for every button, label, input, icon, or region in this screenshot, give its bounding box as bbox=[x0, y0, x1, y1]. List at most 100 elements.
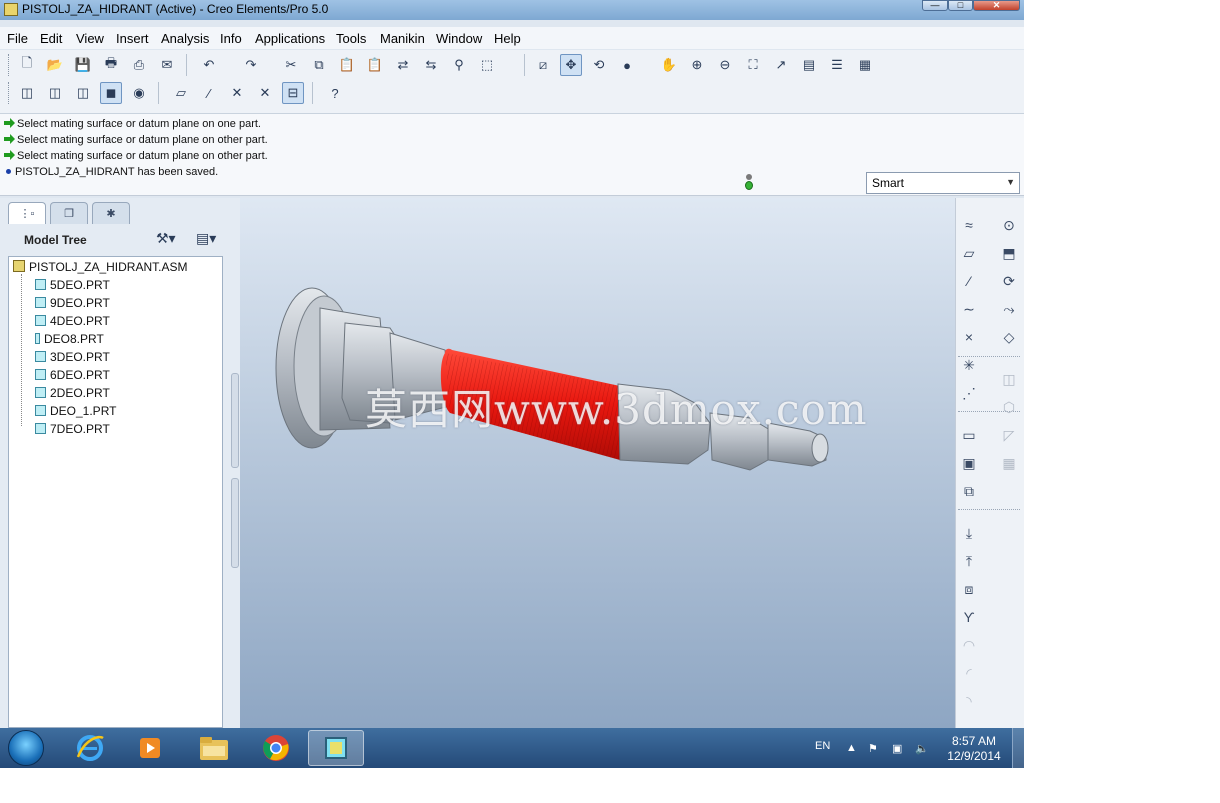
network-icon[interactable]: ▣ bbox=[892, 742, 902, 755]
regen-manager-icon[interactable]: ⇆ bbox=[420, 54, 442, 76]
sweep-icon[interactable]: ⤳ bbox=[998, 298, 1020, 320]
tree-item[interactable]: DEO8.PRT bbox=[35, 332, 104, 346]
regen-status-light-icon[interactable] bbox=[744, 174, 754, 192]
assemble-component-icon[interactable]: ▣ bbox=[958, 452, 980, 474]
maximize-button[interactable]: □ bbox=[948, 0, 973, 11]
csys-display-icon[interactable]: ✕ bbox=[254, 82, 276, 104]
menu-help[interactable]: Help bbox=[494, 31, 521, 46]
tree-item[interactable]: DEO_1.PRT bbox=[35, 404, 116, 418]
new-file-icon[interactable]: 🗋 bbox=[16, 54, 38, 76]
trim-icon[interactable]: ⬡ bbox=[998, 396, 1020, 418]
open-folder-icon[interactable]: 📂 bbox=[44, 54, 66, 76]
tree-item[interactable]: 9DEO.PRT bbox=[35, 296, 110, 310]
datum-plane-icon[interactable]: ▱ bbox=[958, 242, 980, 264]
panel-sash-handle[interactable] bbox=[231, 373, 239, 468]
revolve-icon[interactable]: ⟳ bbox=[998, 270, 1020, 292]
mirror-icon[interactable]: ◫ bbox=[998, 368, 1020, 390]
no-hidden-icon[interactable]: ◫ bbox=[72, 82, 94, 104]
show-hidden-icons-icon[interactable]: ▲ bbox=[846, 742, 857, 754]
chrome-icon[interactable] bbox=[248, 730, 304, 766]
datum-axes-display-icon[interactable]: ⁄ bbox=[198, 82, 220, 104]
extrude-icon[interactable]: ⬒ bbox=[998, 242, 1020, 264]
blend-icon[interactable]: ◇ bbox=[998, 326, 1020, 348]
datum-planes-display-icon[interactable]: ▱ bbox=[170, 82, 192, 104]
save-icon[interactable]: 💾 bbox=[72, 54, 94, 76]
sketched-datum-curve-icon[interactable]: ≈ bbox=[958, 214, 980, 236]
datum-curve-icon[interactable]: ∼ bbox=[958, 298, 980, 320]
appearance-sphere-icon[interactable]: ● bbox=[616, 54, 638, 76]
selection-filter-dropdown[interactable]: Smart ▼ bbox=[866, 172, 1020, 194]
cut-icon[interactable]: ✂ bbox=[280, 54, 302, 76]
repaint-icon[interactable]: ⧄ bbox=[532, 54, 554, 76]
menu-manikin[interactable]: Manikin bbox=[380, 31, 425, 46]
pan-hand-icon[interactable]: ✋ bbox=[658, 54, 680, 76]
email-icon[interactable]: ✉ bbox=[156, 54, 178, 76]
tree-item[interactable]: 3DEO.PRT bbox=[35, 350, 110, 364]
internet-explorer-icon[interactable] bbox=[62, 730, 118, 766]
selection-box-icon[interactable]: ⬚ bbox=[476, 54, 498, 76]
regenerate-icon[interactable]: ⇄ bbox=[392, 54, 414, 76]
tree-item[interactable]: 6DEO.PRT bbox=[35, 368, 110, 382]
zoom-out-icon[interactable]: ⊖ bbox=[714, 54, 736, 76]
menu-insert[interactable]: Insert bbox=[116, 31, 149, 46]
find-icon[interactable]: ⚲ bbox=[448, 54, 470, 76]
shell-icon[interactable]: ◝ bbox=[958, 690, 980, 712]
show-desktop-button[interactable] bbox=[1012, 728, 1024, 768]
enhanced-realism-icon[interactable]: ◉ bbox=[128, 82, 150, 104]
tab-folder-browser[interactable]: ❐ bbox=[50, 202, 88, 224]
menu-edit[interactable]: Edit bbox=[40, 31, 62, 46]
shading-icon[interactable]: ◼ bbox=[100, 82, 122, 104]
orient-mode-icon[interactable]: ⟲ bbox=[588, 54, 610, 76]
layers-icon[interactable]: ☰ bbox=[826, 54, 848, 76]
tree-item[interactable]: 2DEO.PRT bbox=[35, 386, 110, 400]
tab-model-tree[interactable]: ⋮▫ bbox=[8, 202, 46, 224]
new-component-icon[interactable]: ▭ bbox=[958, 424, 980, 446]
pattern-icon[interactable]: ▦ bbox=[998, 452, 1020, 474]
datum-axis-icon[interactable]: ⁄ bbox=[958, 270, 980, 292]
copy-icon[interactable]: ⧉ bbox=[308, 54, 330, 76]
menu-view[interactable]: View bbox=[76, 31, 104, 46]
tab-favorites[interactable]: ✱ bbox=[92, 202, 130, 224]
saved-views-icon[interactable]: ▤ bbox=[798, 54, 820, 76]
paste-special-icon[interactable]: 📋 bbox=[364, 54, 386, 76]
creo-taskbar-icon[interactable] bbox=[308, 730, 364, 766]
panel-sash-handle[interactable] bbox=[231, 478, 239, 568]
annotation-display-icon[interactable]: ⊟ bbox=[282, 82, 304, 104]
file-explorer-icon[interactable] bbox=[186, 730, 242, 766]
system-clock[interactable]: 8:57 AM 12/9/2014 bbox=[942, 734, 1006, 764]
close-button[interactable]: ✕ bbox=[973, 0, 1020, 11]
reorient-icon[interactable]: ↗ bbox=[770, 54, 792, 76]
tree-item[interactable]: 5DEO.PRT bbox=[35, 278, 110, 292]
creo-app-icon[interactable] bbox=[4, 3, 18, 16]
round-icon[interactable]: ◠ bbox=[958, 634, 980, 656]
wireframe-icon[interactable]: ◫ bbox=[16, 82, 38, 104]
context-help-icon[interactable]: ? bbox=[324, 82, 346, 104]
refit-icon[interactable]: ⛶ bbox=[742, 54, 764, 76]
volume-icon[interactable]: 🔈 bbox=[915, 742, 929, 755]
start-button[interactable] bbox=[8, 730, 44, 766]
weld-icon[interactable]: ϒ bbox=[958, 606, 980, 628]
print-preview-icon[interactable]: ⎙ bbox=[128, 54, 150, 76]
analysis-feature-icon[interactable]: ⋰ bbox=[958, 382, 980, 404]
menu-analysis[interactable]: Analysis bbox=[161, 31, 209, 46]
hole-icon[interactable]: ⊙ bbox=[998, 214, 1020, 236]
datum-points-display-icon[interactable]: ✕ bbox=[226, 82, 248, 104]
tree-settings-icon[interactable]: ⚒▾ bbox=[156, 230, 176, 247]
undo-icon[interactable]: ↶ bbox=[198, 54, 220, 76]
tree-item[interactable]: 7DEO.PRT bbox=[35, 422, 110, 436]
graphics-viewport[interactable]: 莫西网www.3dmox.com bbox=[240, 198, 955, 728]
create-component-icon[interactable]: ⧉ bbox=[958, 480, 980, 502]
hidden-line-icon[interactable]: ◫ bbox=[44, 82, 66, 104]
menu-file[interactable]: File bbox=[7, 31, 28, 46]
merge-icon[interactable]: ⤓ bbox=[958, 522, 980, 544]
action-center-icon[interactable]: ⚑ bbox=[868, 742, 878, 755]
redo-icon[interactable]: ↷ bbox=[240, 54, 262, 76]
hydrant-nozzle-model[interactable] bbox=[240, 198, 955, 728]
chamfer-icon[interactable]: ◜ bbox=[958, 662, 980, 684]
tree-show-icon[interactable]: ▤▾ bbox=[196, 230, 216, 247]
menu-info[interactable]: Info bbox=[220, 31, 242, 46]
menu-tools[interactable]: Tools bbox=[336, 31, 366, 46]
menu-applications[interactable]: Applications bbox=[255, 31, 325, 46]
language-indicator[interactable]: EN bbox=[815, 740, 830, 752]
tree-root-assembly[interactable]: PISTOLJ_ZA_HIDRANT.ASM bbox=[13, 260, 187, 274]
